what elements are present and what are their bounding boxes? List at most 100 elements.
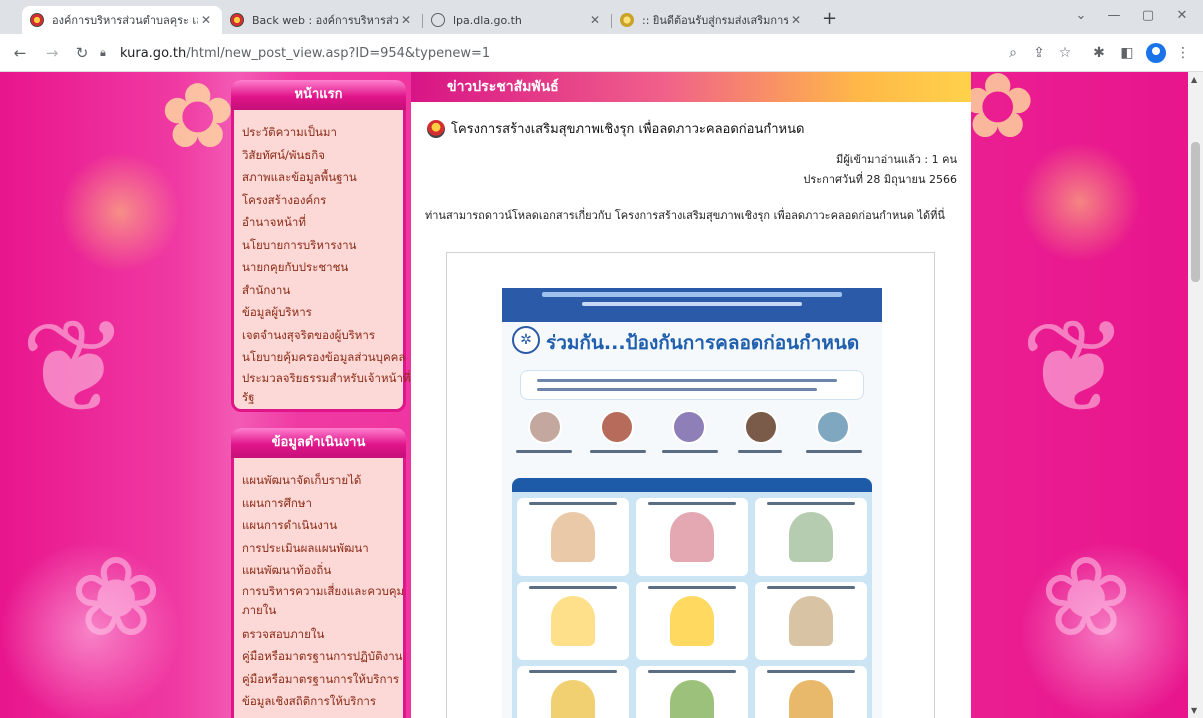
menu-item-local-dev-plan[interactable]: แผนพัฒนาท้องถิ่น <box>242 559 399 582</box>
zoom-icon[interactable]: ⌕ <box>1004 44 1022 62</box>
close-icon[interactable]: ✕ <box>398 13 414 27</box>
photo-circle <box>672 410 706 444</box>
menu-item-education-plan[interactable]: แผนการศึกษา <box>242 492 399 515</box>
main-menu-list: ประวัติความเป็นมา วิสัยทัศน์/พันธกิจ สภา… <box>242 121 431 410</box>
close-icon[interactable]: ✕ <box>788 13 804 27</box>
site-icon <box>30 13 44 27</box>
menu-item-executives[interactable]: ข้อมูลผู้บริหาร <box>242 301 399 324</box>
poster-frame: ✲ ร่วมกัน...ป้องกันการคลอดก่อนกำหนด <box>446 252 935 718</box>
tip-cell <box>755 666 867 718</box>
main-menu-title: หน้าแรก <box>231 80 406 110</box>
menu-item-work-manual[interactable]: คู่มือหรือมาตรฐานการปฏิบัติงาน <box>242 645 403 668</box>
photo-circle <box>816 410 850 444</box>
scroll-down-icon[interactable]: ▼ <box>1191 706 1197 715</box>
menu-item-service-manual[interactable]: คู่มือหรือมาตรฐานการให้บริการ <box>242 668 399 691</box>
globe-icon <box>431 13 445 27</box>
browser-toolbar: ← → ↻ 🔒︎ kura.go.th/html/new_post_view.a… <box>0 34 1203 72</box>
tip-cell <box>517 582 629 660</box>
url-path: /html/new_post_view.asp?ID=954&typenew=1 <box>186 45 491 61</box>
poster-tips-grid <box>512 478 872 718</box>
menu-item-policy[interactable]: นโยบายการบริหารงาน <box>242 234 399 257</box>
side-panel-icon[interactable]: ◧ <box>1118 44 1136 62</box>
tab-lpa[interactable]: lpa.dla.go.th ✕ <box>423 6 611 34</box>
menu-item-authority[interactable]: อำนาจหน้าที่ <box>242 211 399 234</box>
view-count: มีผู้เข้ามาอ่านแล้ว : 1 คน <box>836 153 957 166</box>
tip-cell <box>755 582 867 660</box>
menu-item-vision[interactable]: วิสัยทัศน์/พันธกิจ <box>242 144 399 167</box>
dla-icon <box>620 13 634 27</box>
tab-kura-home[interactable]: องค์การบริหารส่วนตำบลคุระ เลขที่ 99 ✕ <box>22 6 222 34</box>
poster-intro-strip <box>520 370 864 400</box>
menu-item-integrity[interactable]: เจตจำนงสุจริตของผู้บริหาร <box>242 324 399 347</box>
tab-label: Back web : องค์การบริหารส่วนตำบ <box>252 14 398 27</box>
tip-cell <box>636 666 748 718</box>
download-link[interactable]: ท่านสามารถดาวน์โหลดเอกสารเกี่ยวกับ โครงก… <box>425 206 945 224</box>
operations-menu-title: ข้อมูลดำเนินงาน <box>231 428 406 458</box>
lock-icon[interactable]: 🔒︎ <box>100 46 114 60</box>
poster-header-band <box>502 288 882 322</box>
close-icon[interactable]: ✕ <box>587 13 603 27</box>
tab-search-icon[interactable]: ⌄ <box>1067 8 1095 23</box>
menu-item-mayor-talk[interactable]: นายกคุยกับประชาชน <box>242 256 399 279</box>
forward-icon[interactable]: → <box>42 44 62 62</box>
butterfly-decoration-icon: ❦ <box>1020 291 1129 443</box>
flower-decoration-icon: ✿ <box>960 72 1036 159</box>
menu-item-office[interactable]: สำนักงาน <box>242 279 399 302</box>
extensions-icon[interactable]: ✱ <box>1090 44 1108 62</box>
scrollbar-thumb[interactable] <box>1191 142 1200 282</box>
address-bar[interactable]: 🔒︎ kura.go.th/html/new_post_view.asp?ID=… <box>100 39 1000 67</box>
close-icon[interactable]: ✕ <box>198 13 214 27</box>
tab-label: :: ยินดีต้อนรับสู่กรมส่งเสริมการปกครอง <box>642 14 788 27</box>
page-viewport: ✿ ✿ ❦ ❦ ❀ ❀ หน้าแรก ประวัติความเป็นมา วิ… <box>0 72 1188 718</box>
operations-menu-box: ข้อมูลดำเนินงาน แผนพัฒนาจัดเก็บรายได้ แผ… <box>231 428 406 718</box>
menu-item-basic-info[interactable]: สภาพและข้อมูลพื้นฐาน <box>242 166 399 189</box>
menu-item-revenue-plan[interactable]: แผนพัฒนาจัดเก็บรายได้ <box>242 469 399 492</box>
page-scrollbar[interactable]: ▲ ▼ <box>1188 72 1203 718</box>
menu-item-risk-management[interactable]: การบริหารความเสี่ยงและควบคุม <box>242 582 404 601</box>
menu-item-operation-plan[interactable]: แผนการดำเนินงาน <box>242 514 399 537</box>
tab-dla[interactable]: :: ยินดีต้อนรับสู่กรมส่งเสริมการปกครอง ✕ <box>612 6 812 34</box>
photo-circle <box>528 410 562 444</box>
menu-item-privacy-policy[interactable]: นโยบายคุ้มครองข้อมูลส่วนบุคคล <box>242 346 405 369</box>
announce-date: ประกาศวันที่ 28 มิถุนายน 2566 <box>803 173 957 186</box>
tab-backweb[interactable]: Back web : องค์การบริหารส่วนตำบ ✕ <box>222 6 422 34</box>
poster-headline: ร่วมกัน...ป้องกันการคลอดก่อนกำหนด <box>546 332 860 354</box>
menu-kebab-icon[interactable]: ⋮ <box>1174 44 1192 62</box>
main-menu-box: หน้าแรก ประวัติความเป็นมา วิสัยทัศน์/พัน… <box>231 80 431 412</box>
post-title: โครงการสร้างเสริมสุขภาพเชิงรุก เพื่อลดภา… <box>451 122 805 137</box>
poster-photo-row <box>502 410 882 470</box>
restore-icon[interactable]: ▢ <box>1134 8 1162 23</box>
menu-item-risk-management-cont[interactable]: ภายใน <box>242 601 399 623</box>
minimize-icon[interactable]: — <box>1100 8 1128 23</box>
swirl-decoration-icon: ❀ <box>70 533 163 661</box>
window-close-icon[interactable]: ✕ <box>1168 8 1196 23</box>
flower-decoration-icon: ✿ <box>160 72 236 169</box>
menu-item-ethics-code-cont[interactable]: รัฐ <box>242 388 399 410</box>
reload-icon[interactable]: ↻ <box>72 44 92 62</box>
section-header: ข่าวประชาสัมพันธ์ <box>411 72 971 102</box>
bookmark-star-icon[interactable]: ☆ <box>1056 44 1074 62</box>
menu-item-service-stats[interactable]: ข้อมูลเชิงสถิติการให้บริการ <box>242 690 399 713</box>
menu-item-structure[interactable]: โครงสร้างองค์กร <box>242 189 399 212</box>
tip-cell <box>636 498 748 576</box>
share-icon[interactable]: ⇪ <box>1030 44 1048 62</box>
url-host: kura.go.th <box>120 45 187 61</box>
tip-cell <box>636 582 748 660</box>
menu-item-ethics-code[interactable]: ประมวลจริยธรรมสำหรับเจ้าหน้าที่ของ <box>242 369 431 388</box>
profile-avatar[interactable] <box>1146 43 1166 63</box>
swirl-decoration-icon: ❀ <box>1040 533 1133 661</box>
tab-label: lpa.dla.go.th <box>453 13 522 27</box>
back-icon[interactable]: ← <box>10 44 30 62</box>
menu-item-plan-evaluation[interactable]: การประเมินผลแผนพัฒนา <box>242 537 399 560</box>
menu-item-history[interactable]: ประวัติความเป็นมา <box>242 121 399 144</box>
new-tab-button[interactable]: + <box>822 10 837 28</box>
site-icon <box>230 13 244 27</box>
main-content: ข่าวประชาสัมพันธ์ โครงการสร้างเสริมสุขภา… <box>411 72 971 718</box>
butterfly-decoration-icon: ❦ <box>20 291 129 443</box>
post-bullet-icon <box>427 119 445 138</box>
photo-circle <box>600 410 634 444</box>
post-title-row: โครงการสร้างเสริมสุขภาพเชิงรุก เพื่อลดภา… <box>427 118 804 139</box>
menu-item-internal-audit[interactable]: ตรวจสอบภายใน <box>242 623 399 646</box>
scroll-up-icon[interactable]: ▲ <box>1191 75 1197 84</box>
poster-image[interactable]: ✲ ร่วมกัน...ป้องกันการคลอดก่อนกำหนด <box>502 288 882 718</box>
